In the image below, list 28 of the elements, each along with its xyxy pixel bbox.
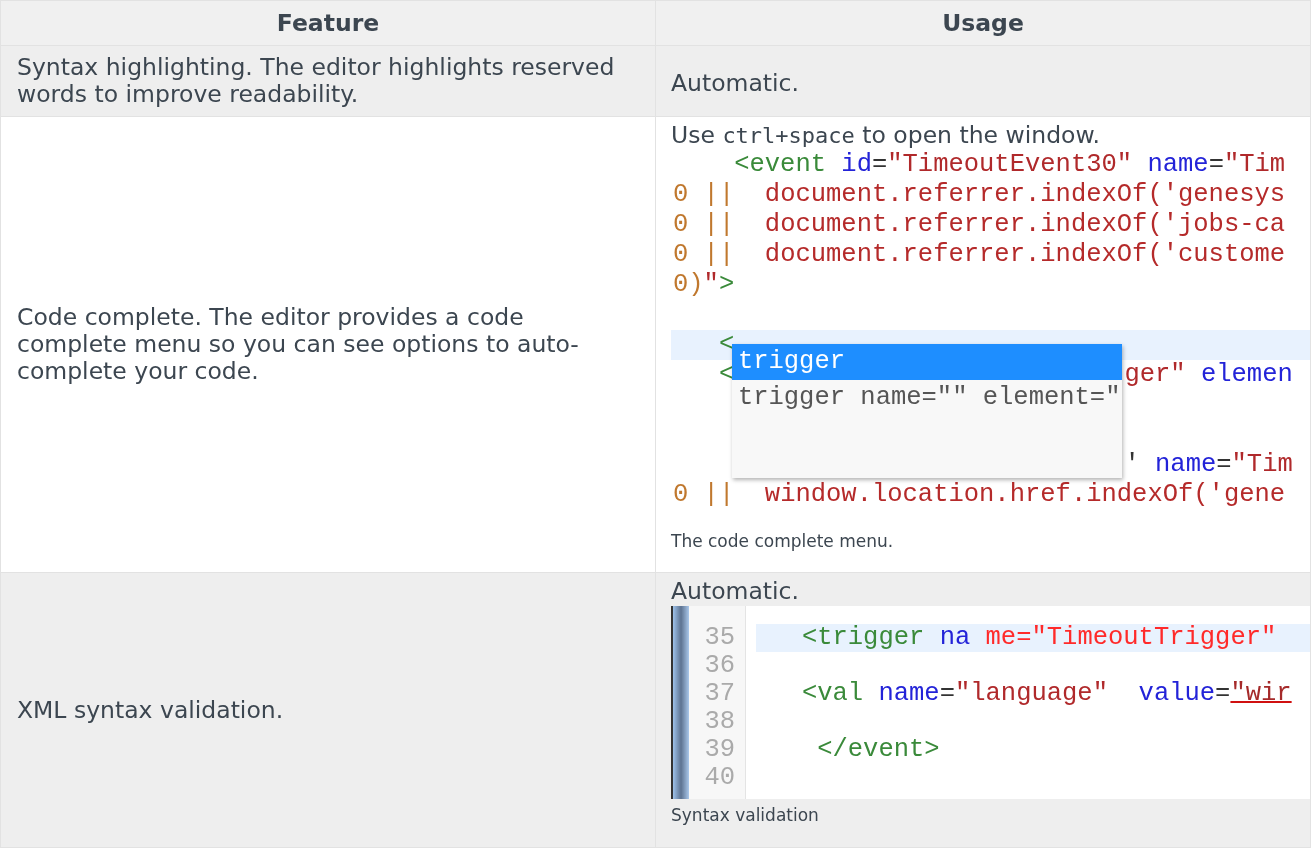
- code-line: <event id="TimeoutEvent30" name="Tim: [733, 150, 1286, 180]
- autocomplete-item[interactable]: trigger name="" element=": [731, 380, 1123, 416]
- table-cell: Code complete. The editor provides a code complete menu so you can see options to auto-complete your code.: [0, 116, 656, 573]
- code-line: 0 || document.referrer.indexOf('genesys: [673, 180, 1286, 210]
- code-line: 0 || document.referrer.indexOf('jobs-ca: [673, 210, 1286, 240]
- line-number: 37: [703, 680, 735, 708]
- table-cell: XML syntax validation.: [0, 572, 656, 848]
- code-fragment: ' name="Tim: [1124, 450, 1293, 480]
- line-number: 36: [703, 652, 735, 680]
- line-number: 39: [703, 736, 735, 764]
- figure-caption: Syntax validation: [671, 804, 820, 827]
- usage-text: Automatic.: [671, 577, 800, 606]
- line-number: 35: [703, 624, 735, 652]
- column-header: Feature: [0, 0, 656, 46]
- code-line: 0 || window.location.href.indexOf('gene: [673, 480, 1286, 510]
- figure-caption: The code complete menu.: [671, 530, 895, 553]
- code-line: <val name="language" value="wir: [800, 679, 1292, 708]
- code-line: <trigger na me="TimeoutTrigger": [800, 623, 1277, 652]
- column-header: Usage: [655, 0, 1311, 46]
- code-line: 0 || document.referrer.indexOf('custome: [673, 240, 1286, 270]
- usage-text: Automatic.: [671, 68, 800, 98]
- code-line: 0)">: [673, 270, 735, 300]
- code-line: </event>: [816, 735, 940, 764]
- line-number: 38: [703, 708, 735, 736]
- line-number: 40: [703, 764, 735, 792]
- code-fragment: ger" elemen: [1124, 360, 1293, 390]
- usage-text: Use ctrl+space to open the window.: [671, 121, 1101, 150]
- table-cell: Syntax highlighting. The editor highlights reserved words to improve readability.: [0, 45, 656, 117]
